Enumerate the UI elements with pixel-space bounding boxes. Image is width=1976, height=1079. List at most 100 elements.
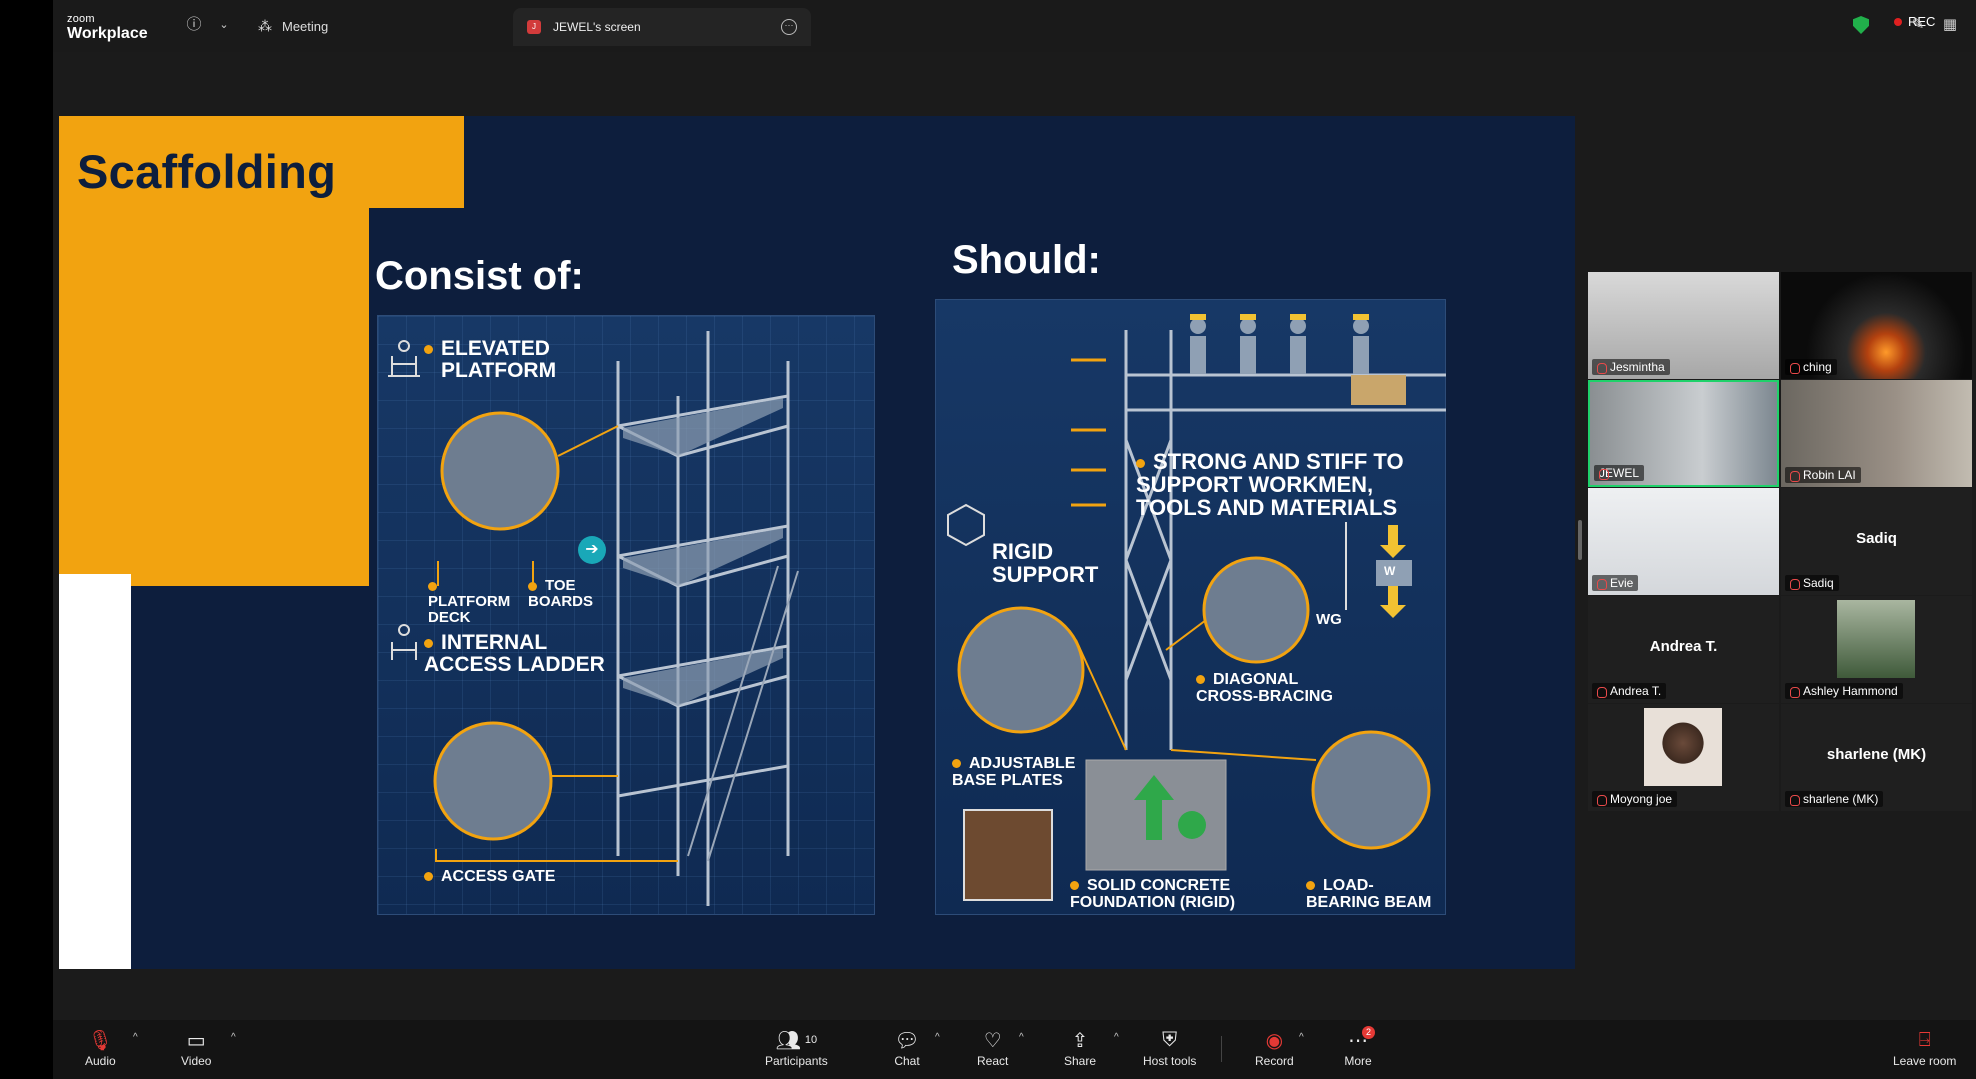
- label-strong-and-stiff: STRONG AND STIFF TO SUPPORT WORKMEN, TOO…: [1136, 449, 1404, 521]
- react-button[interactable]: ♡ React: [977, 1026, 1008, 1069]
- participant-name: ching: [1785, 359, 1837, 375]
- chevron-down-icon[interactable]: ⌄: [213, 14, 235, 36]
- leave-label: Leave room: [1893, 1054, 1957, 1068]
- participants-label: Participants: [765, 1054, 828, 1068]
- zoom-logo: zoom Workplace: [67, 14, 148, 42]
- react-options-caret-icon[interactable]: ^: [1019, 1032, 1024, 1043]
- scaffold-components-illustration: ELEVATED PLATFORM PLATFORM DECK TOE BOAR…: [377, 315, 875, 915]
- info-icon[interactable]: ⓘ: [183, 14, 205, 36]
- participants-button[interactable]: 👥︎ 10 Participants: [765, 1026, 828, 1069]
- label-access-gate: ACCESS GATE: [424, 868, 555, 886]
- video-label: Video: [181, 1054, 212, 1068]
- encryption-shield-icon[interactable]: [1853, 16, 1869, 34]
- screen-tab-label: JEWEL's screen: [553, 20, 641, 34]
- label-adjustable-base-plates: ADJUSTABLE BASE PLATES: [952, 755, 1076, 789]
- participant-tile[interactable]: Evie: [1588, 488, 1779, 595]
- share-options-caret-icon[interactable]: ^: [1114, 1032, 1119, 1043]
- label-toe-boards: TOE BOARDS: [528, 577, 594, 610]
- chat-icon: 💬︎: [894, 1029, 920, 1052]
- more-notification-badge: 2: [1361, 1026, 1375, 1039]
- screen-tab-badge: J: [527, 20, 541, 34]
- more-dots-icon: ⋯ 2: [1343, 1026, 1375, 1054]
- meeting-tab[interactable]: ⁂ Meeting: [258, 8, 328, 44]
- video-button[interactable]: ▭ Video: [181, 1026, 212, 1069]
- participant-display-name: sharlene (MK): [1826, 746, 1927, 763]
- logo-main-text: Workplace: [67, 25, 148, 42]
- toolbar-divider: [1221, 1036, 1222, 1062]
- label-platform-deck: PLATFORM DECK: [428, 578, 518, 625]
- participant-tile[interactable]: sharlene (MK) sharlene (MK): [1781, 704, 1972, 811]
- slide-title: Scaffolding: [77, 145, 337, 198]
- record-icon: ◉: [1265, 1029, 1284, 1052]
- share-screen-icon: ⇪: [1071, 1029, 1089, 1052]
- record-button[interactable]: ◉ Record: [1255, 1026, 1294, 1069]
- share-button[interactable]: ⇪ Share: [1064, 1026, 1097, 1069]
- participant-tile[interactable]: Ashley Hammond: [1781, 596, 1972, 703]
- record-options-caret-icon[interactable]: ^: [1299, 1032, 1304, 1043]
- label-wg: WG: [1316, 611, 1342, 628]
- avatar: [1644, 708, 1722, 786]
- participant-tile[interactable]: ching: [1781, 272, 1972, 379]
- participant-name: Robin LAI: [1785, 467, 1861, 483]
- participant-tile[interactable]: Andrea T. Andrea T.: [1588, 596, 1779, 703]
- label-rigid-support: RIGID SUPPORT: [992, 539, 1099, 588]
- share-label: Share: [1064, 1054, 1097, 1068]
- heart-icon: ♡: [983, 1029, 1002, 1052]
- participants-count: 10: [804, 1034, 818, 1046]
- host-tools-label: Host tools: [1143, 1054, 1197, 1068]
- right-heading: Should:: [952, 238, 1101, 282]
- more-options-icon[interactable]: ···: [781, 19, 797, 35]
- meeting-tab-label: Meeting: [282, 18, 329, 34]
- panel-resize-handle[interactable]: [1578, 520, 1582, 560]
- screen-share-tab[interactable]: J JEWEL's screen ···: [513, 8, 811, 46]
- avatar: [1837, 600, 1915, 678]
- participants-icon: 👥︎ 10: [775, 1029, 818, 1052]
- zoom-window: zoom Workplace ⓘ ⌄ ⁂ Meeting J JEWEL's s…: [0, 0, 1976, 1079]
- video-options-caret-icon[interactable]: ^: [231, 1032, 236, 1043]
- record-dot-icon: [1894, 17, 1902, 26]
- mic-muted-icon: 🎙︎: [87, 1029, 114, 1052]
- participant-display-name: Sadiq: [1856, 530, 1897, 547]
- chat-label: Chat: [894, 1054, 920, 1068]
- participant-tile[interactable]: Robin LAI: [1781, 380, 1972, 487]
- participant-display-name: Andrea T.: [1649, 638, 1718, 655]
- participant-name: Ashley Hammond: [1785, 683, 1903, 699]
- leave-room-button[interactable]: ⍈ Leave room: [1893, 1026, 1957, 1069]
- scaffold-requirements-illustration: STRONG AND STIFF TO SUPPORT WORKMEN, TOO…: [935, 299, 1446, 915]
- shared-screen-slide: Scaffolding Consist of: Should: ELEVATED…: [59, 116, 1575, 969]
- label-solid-concrete-foundation: SOLID CONCRETE FOUNDATION (RIGID): [1070, 877, 1236, 911]
- white-block: [59, 574, 131, 969]
- label-load-bearing-beam: LOAD-BEARING BEAM: [1306, 877, 1432, 911]
- people-icon: ⁂: [258, 17, 272, 34]
- chat-button[interactable]: 💬︎ Chat: [892, 1026, 922, 1069]
- more-label: More: [1344, 1054, 1372, 1068]
- participant-name: sharlene (MK): [1785, 791, 1884, 807]
- participant-tile[interactable]: Jesmintha: [1588, 272, 1779, 379]
- label-w: W: [1384, 564, 1396, 578]
- participant-name: Jesmintha: [1592, 359, 1670, 375]
- host-shield-icon: ⛨: [1162, 1028, 1178, 1051]
- audio-button[interactable]: 🎙︎ Audio: [85, 1026, 116, 1069]
- record-label: Record: [1255, 1054, 1294, 1068]
- orange-block-left: [59, 208, 369, 586]
- chat-options-caret-icon[interactable]: ^: [935, 1032, 940, 1043]
- logo-small-text: zoom: [67, 13, 95, 25]
- annotate-icon[interactable]: ✎: [1907, 14, 1929, 36]
- view-layout-icon[interactable]: ▦: [1939, 14, 1961, 36]
- participant-name: Moyong joe: [1592, 791, 1678, 807]
- label-internal-access-ladder: INTERNAL ACCESS LADDER: [424, 631, 605, 677]
- meeting-controls-bar: 🎙︎ Audio ^ ▭ Video ^ 👥︎ 10 Participants 💬…: [53, 1020, 1976, 1079]
- host-tools-button[interactable]: ⛨ Host tools: [1143, 1026, 1197, 1069]
- participant-name: Andrea T.: [1592, 683, 1667, 699]
- left-heading: Consist of:: [375, 254, 584, 298]
- top-bar: zoom Workplace ⓘ ⌄ ⁂ Meeting J JEWEL's s…: [53, 0, 1976, 52]
- participant-tile[interactable]: Sadiq Sadiq: [1781, 488, 1972, 595]
- participant-tile-active-speaker[interactable]: JEWEL: [1588, 380, 1779, 487]
- more-button[interactable]: ⋯ 2 More: [1343, 1026, 1375, 1068]
- audio-options-caret-icon[interactable]: ^: [133, 1032, 138, 1043]
- participant-tile[interactable]: Moyong joe: [1588, 704, 1779, 811]
- participant-name: Sadiq: [1785, 575, 1839, 591]
- scaffold-requirements-drawing: [947, 314, 1446, 901]
- label-elevated-platform: ELEVATED PLATFORM: [424, 337, 571, 382]
- participant-name: Evie: [1592, 575, 1639, 591]
